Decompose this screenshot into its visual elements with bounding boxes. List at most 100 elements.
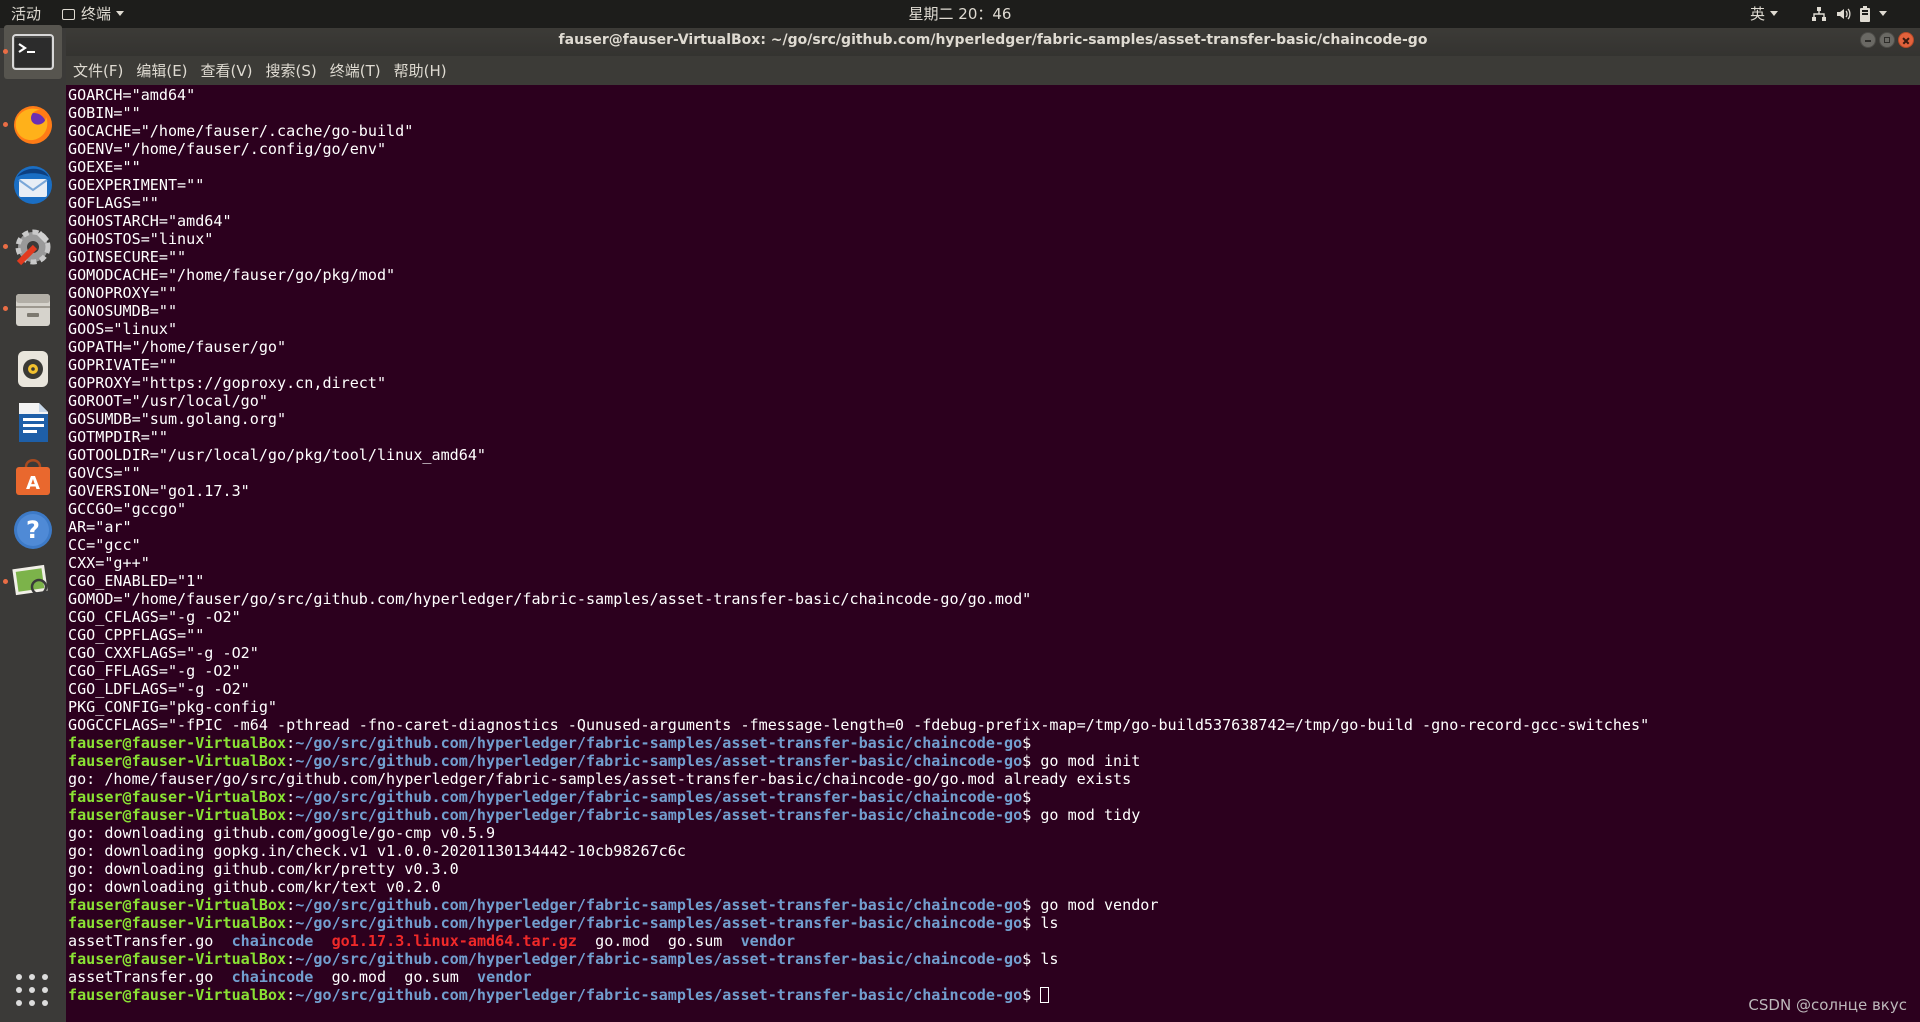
prompt-command: $ go mod vendor <box>1022 896 1159 914</box>
ls-entry: go1.17.3.linux-amd64.tar.gz <box>331 932 577 950</box>
minimize-button[interactable] <box>1860 32 1876 48</box>
ls-entry: go.sum <box>404 968 459 986</box>
menu-search[interactable]: 搜索(S) <box>259 56 323 86</box>
prompt-line: fauser@fauser-VirtualBox:~/go/src/github… <box>68 788 1649 806</box>
terminal-icon <box>12 34 54 70</box>
prompt-path: ~/go/src/github.com/hyperledger/fabric-s… <box>295 896 1023 914</box>
dock-settings[interactable] <box>0 216 66 278</box>
dock: A ? <box>0 25 66 1022</box>
dock-firefox[interactable] <box>0 94 66 156</box>
prompt-separator: : <box>286 914 296 932</box>
dock-image-viewer[interactable] <box>0 551 66 613</box>
prompt-user: fauser@fauser-VirtualBox <box>68 986 287 1004</box>
output-line: assetTransfer.go chaincode go1.17.3.linu… <box>68 932 1649 950</box>
prompt-line: fauser@fauser-VirtualBox:~/go/src/github… <box>68 752 1649 770</box>
prompt-command: $ ls <box>1022 914 1059 932</box>
prompt-separator: : <box>286 896 296 914</box>
prompt-command: $ go mod init <box>1022 752 1141 770</box>
output-line: CGO_LDFLAGS="-g -O2" <box>68 680 250 698</box>
ls-entry: go.mod <box>595 932 650 950</box>
close-button[interactable] <box>1898 32 1914 48</box>
input-method-label: 英 <box>1750 5 1766 23</box>
prompt-separator: : <box>286 734 296 752</box>
prompt-line: fauser@fauser-VirtualBox:~/go/src/github… <box>68 986 1649 1004</box>
output-line: go: /home/fauser/go/src/github.com/hyper… <box>68 770 1132 788</box>
running-indicator <box>3 579 8 584</box>
running-indicator <box>3 306 8 311</box>
show-applications-icon[interactable] <box>14 972 50 1008</box>
prompt-user: fauser@fauser-VirtualBox <box>68 734 287 752</box>
battery-icon <box>1860 6 1870 22</box>
output-line: GOEXE="" <box>68 158 141 176</box>
output-line: PKG_CONFIG="pkg-config" <box>68 698 278 716</box>
prompt-user: fauser@fauser-VirtualBox <box>68 950 287 968</box>
prompt-path: ~/go/src/github.com/hyperledger/fabric-s… <box>295 914 1023 932</box>
output-line: GONOPROXY="" <box>68 284 178 302</box>
prompt-line: fauser@fauser-VirtualBox:~/go/src/github… <box>68 950 1649 968</box>
prompt-separator: : <box>286 950 296 968</box>
prompt-separator: : <box>286 986 296 1004</box>
menu-view[interactable]: 查看(V) <box>194 56 259 86</box>
output-line: GOOS="linux" <box>68 320 178 338</box>
rhythmbox-icon <box>18 351 48 387</box>
output-line: CGO_CXXFLAGS="-g -O2" <box>68 644 259 662</box>
output-line: GOARCH="amd64" <box>68 86 196 104</box>
menu-bar: 文件(F) 编辑(E) 查看(V) 搜索(S) 终端(T) 帮助(H) <box>66 56 1920 85</box>
ls-entry: vendor <box>740 932 796 950</box>
prompt-user: fauser@fauser-VirtualBox <box>68 788 287 806</box>
input-method-indicator[interactable]: 英 <box>1750 0 1779 28</box>
running-indicator <box>3 122 8 127</box>
output-line: CGO_CFLAGS="-g -O2" <box>68 608 241 626</box>
ls-entry: go.mod <box>331 968 387 986</box>
terminal-area[interactable]: GOARCH="amd64" GOBIN="" GOCACHE="/home/fau… <box>66 85 1920 1022</box>
ls-entry: chaincode <box>231 932 314 950</box>
prompt-command: $ <box>1022 986 1041 1004</box>
system-tray[interactable] <box>1811 0 1887 28</box>
output-line: GOPROXY="https://goproxy.cn,direct" <box>68 374 387 392</box>
libreoffice-writer-icon <box>19 403 48 442</box>
dock-thunderbird[interactable] <box>0 154 66 216</box>
window-titlebar[interactable]: fauser@fauser-VirtualBox: ~/go/src/githu… <box>66 28 1920 56</box>
prompt-command: $ ls <box>1022 950 1059 968</box>
output-line: CC="gcc" <box>68 536 141 554</box>
clock[interactable]: 星期二 20：46 <box>0 0 1920 28</box>
prompt-path: ~/go/src/github.com/hyperledger/fabric-s… <box>295 752 1023 770</box>
svg-text:?: ? <box>26 516 40 544</box>
help-icon: ? <box>14 511 52 549</box>
menu-help[interactable]: 帮助(H) <box>387 56 453 86</box>
prompt-separator: : <box>286 806 296 824</box>
dock-terminal[interactable] <box>0 21 66 83</box>
ls-entry: vendor <box>477 968 532 986</box>
prompt-path: ~/go/src/github.com/hyperledger/fabric-s… <box>295 986 1023 1004</box>
output-line: CXX="g++" <box>68 554 150 572</box>
top-bar: 活动 终端 星期二 20：46 英 <box>0 0 1920 28</box>
volume-icon <box>1837 8 1851 20</box>
running-indicator <box>3 244 8 249</box>
prompt-command: $ go mod tidy <box>1022 806 1141 824</box>
output-line: CGO_CPPFLAGS="" <box>68 626 205 644</box>
output-line: GOBIN="" <box>68 104 141 122</box>
dock-files[interactable] <box>0 278 66 340</box>
prompt-user: fauser@fauser-VirtualBox <box>68 896 287 914</box>
settings-icon <box>15 229 51 266</box>
maximize-button[interactable] <box>1879 32 1895 48</box>
output-line: GOMOD="/home/fauser/go/src/github.com/hy… <box>68 590 1032 608</box>
network-icon <box>1812 7 1826 21</box>
prompt-user: fauser@fauser-VirtualBox <box>68 752 287 770</box>
prompt-path: ~/go/src/github.com/hyperledger/fabric-s… <box>295 734 1023 752</box>
output-line: GOFLAGS="" <box>68 194 159 212</box>
chevron-down-icon <box>1879 11 1887 16</box>
prompt-line: fauser@fauser-VirtualBox:~/go/src/github… <box>68 896 1649 914</box>
prompt-path: ~/go/src/github.com/hyperledger/fabric-s… <box>295 950 1023 968</box>
prompt-separator: : <box>286 788 296 806</box>
ls-entry: assetTransfer.go <box>68 968 214 986</box>
thunderbird-icon <box>14 166 52 204</box>
menu-edit[interactable]: 编辑(E) <box>129 56 193 86</box>
prompt-line: fauser@fauser-VirtualBox:~/go/src/github… <box>68 734 1649 752</box>
chevron-down-icon <box>1770 11 1779 16</box>
menu-terminal[interactable]: 终端(T) <box>323 56 387 86</box>
menu-file[interactable]: 文件(F) <box>66 56 129 86</box>
output-line: GOHOSTARCH="amd64" <box>68 212 232 230</box>
output-line: go: downloading gopkg.in/check.v1 v1.0.0… <box>68 842 686 860</box>
dock-writer[interactable] <box>0 391 66 453</box>
